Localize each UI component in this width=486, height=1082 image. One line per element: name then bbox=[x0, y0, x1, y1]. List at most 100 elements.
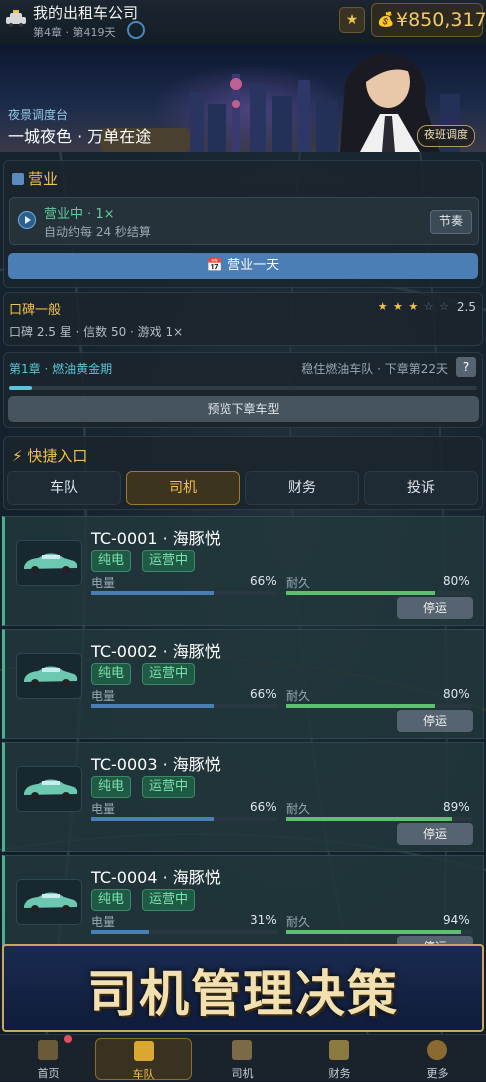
reputation-panel: 口碑一般 ★ ★ ★ ☆ ☆ 2.5 口碑 2.5 星 · 信数 50 · 游戏… bbox=[3, 292, 483, 346]
chapter-goal: 稳住燃油车队 · 下章第22天 bbox=[301, 362, 448, 376]
ev-taxi-icon bbox=[24, 779, 78, 800]
help-button[interactable]: ? bbox=[456, 357, 476, 377]
settlement-desc: 自动约每 24 秒结算 bbox=[44, 225, 151, 239]
nav-fleet[interactable]: 车队 bbox=[95, 1038, 192, 1081]
driver-plate: TC-0003 · 海豚悦 bbox=[91, 755, 221, 774]
battery-label: 电量 bbox=[91, 802, 116, 816]
nav-more[interactable]: 更多 bbox=[389, 1035, 486, 1081]
nav-drivers[interactable]: 司机 bbox=[194, 1035, 291, 1081]
quick-tab-complaints[interactable]: 投诉 bbox=[364, 471, 478, 505]
driver-card[interactable]: TC-0001 · 海豚悦 纯电 运营中 电量 66% 耐久 80% 停运 bbox=[2, 516, 484, 626]
reputation-desc: 口碑 2.5 星 · 信数 50 · 游戏 1× bbox=[9, 325, 184, 339]
durability-bar bbox=[286, 930, 472, 934]
chapter-progress-bar bbox=[9, 386, 477, 390]
home-icon bbox=[38, 1040, 58, 1060]
operate-one-day-button[interactable]: 📅 营业一天 bbox=[8, 253, 478, 279]
gear-icon bbox=[427, 1040, 447, 1060]
fuel-type-badge: 纯电 bbox=[91, 663, 132, 685]
durability-label: 耐久 bbox=[286, 915, 311, 929]
banner-subtitle: 夜景调度台 bbox=[8, 108, 69, 122]
business-header: 营业 bbox=[12, 168, 58, 189]
business-status-box: 营业中 · 1× 自动约每 24 秒结算 节奏 bbox=[9, 197, 479, 245]
reputation-score: 2.5 bbox=[456, 300, 476, 314]
nav-finance[interactable]: 财务 bbox=[291, 1035, 388, 1081]
business-panel: 营业 营业中 · 1× 自动约每 24 秒结算 节奏 📅 营业一天 bbox=[3, 160, 483, 288]
durability-value: 80% bbox=[443, 574, 470, 588]
battery-value: 31% bbox=[250, 913, 277, 927]
status-badge: 运营中 bbox=[142, 889, 196, 911]
driver-card[interactable]: TC-0003 · 海豚悦 纯电 运营中 电量 66% 耐久 89% 停运 bbox=[2, 742, 484, 852]
durability-bar bbox=[286, 817, 472, 821]
status-badge: 运营中 bbox=[142, 663, 196, 685]
notification-dot bbox=[64, 1035, 72, 1043]
money-display[interactable]: 💰 ¥850,317 bbox=[371, 3, 486, 37]
durability-fill bbox=[286, 704, 435, 708]
operate-one-day-label: 营业一天 bbox=[227, 258, 280, 273]
car-image bbox=[16, 766, 82, 812]
banner-title: 一城夜色 · 万单在途 bbox=[8, 127, 152, 146]
status-badge: 运营中 bbox=[142, 550, 196, 572]
nav-finance-label: 财务 bbox=[328, 1067, 351, 1080]
favorites-button[interactable]: ★ bbox=[339, 7, 365, 33]
chapter-panel: 第1章 · 燃油黄金期 稳住燃油车队 · 下章第22天 ? 预览下章车型 bbox=[3, 352, 483, 428]
battery-value: 66% bbox=[250, 687, 277, 701]
quick-entry-header: ⚡ 快捷入口 bbox=[12, 445, 87, 466]
nav-more-label: 更多 bbox=[426, 1067, 449, 1080]
nav-drivers-label: 司机 bbox=[231, 1067, 254, 1080]
driver-card[interactable]: TC-0002 · 海豚悦 纯电 运营中 电量 66% 耐久 80% 停运 bbox=[2, 629, 484, 739]
ev-taxi-icon bbox=[24, 666, 78, 687]
durability-bar bbox=[286, 704, 472, 708]
driver-plate: TC-0004 · 海豚悦 bbox=[91, 868, 221, 887]
chapter-title: 第1章 · 燃油黄金期 bbox=[9, 362, 113, 376]
bottom-nav: 首页 车队 司机 财务 更多 bbox=[0, 1034, 486, 1081]
battery-bar bbox=[91, 704, 277, 708]
driver-plate: TC-0001 · 海豚悦 bbox=[91, 529, 221, 548]
stop-service-button[interactable]: 停运 bbox=[397, 823, 473, 845]
battery-bar bbox=[91, 930, 277, 934]
play-icon[interactable] bbox=[18, 211, 36, 229]
preview-next-chapter-button[interactable]: 预览下章车型 bbox=[8, 396, 479, 422]
durability-label: 耐久 bbox=[286, 802, 311, 816]
chart-icon bbox=[12, 173, 24, 185]
promo-text: 司机管理决策 bbox=[87, 964, 399, 1023]
night-dispatch-banner: 夜景调度台 一城夜色 · 万单在途 夜班调度 bbox=[0, 44, 486, 152]
day-progress-icon bbox=[127, 21, 145, 39]
nav-home[interactable]: 首页 bbox=[0, 1035, 97, 1081]
driver-plate: TC-0002 · 海豚悦 bbox=[91, 642, 221, 661]
stars-empty: ☆ ☆ bbox=[419, 300, 450, 313]
taxi-logo-icon bbox=[6, 10, 26, 27]
reputation-title: 口碑一般 bbox=[9, 303, 62, 318]
stop-service-button[interactable]: 停运 bbox=[397, 597, 473, 619]
nav-home-label: 首页 bbox=[37, 1067, 60, 1080]
chapter-day: 第4章 · 第419天 bbox=[33, 26, 116, 39]
driver-icon bbox=[232, 1040, 252, 1060]
stop-service-button[interactable]: 停运 bbox=[397, 710, 473, 732]
durability-value: 94% bbox=[443, 913, 470, 927]
stars-filled: ★ ★ ★ bbox=[377, 300, 420, 313]
fuel-type-badge: 纯电 bbox=[91, 550, 132, 572]
quick-tab-drivers[interactable]: 司机 bbox=[126, 471, 240, 505]
durability-value: 80% bbox=[443, 687, 470, 701]
durability-bar bbox=[286, 591, 472, 595]
ev-taxi-icon bbox=[24, 553, 78, 574]
quick-tab-finance[interactable]: 财务 bbox=[245, 471, 359, 505]
lightning-icon: ⚡ bbox=[12, 447, 28, 465]
battery-fill bbox=[91, 817, 214, 821]
battery-fill bbox=[91, 704, 214, 708]
star-icon: ★ bbox=[345, 12, 359, 28]
rhythm-button[interactable]: 节奏 bbox=[429, 210, 472, 234]
battery-fill bbox=[91, 930, 149, 934]
car-image bbox=[16, 653, 82, 699]
night-dispatch-button[interactable]: 夜班调度 bbox=[417, 125, 475, 147]
calendar-icon: 📅 bbox=[206, 258, 228, 273]
battery-bar bbox=[91, 817, 277, 821]
quick-tab-fleet[interactable]: 车队 bbox=[7, 471, 121, 505]
money-bag-icon bbox=[329, 1040, 349, 1060]
battery-bar bbox=[91, 591, 277, 595]
battery-fill bbox=[91, 591, 214, 595]
durability-fill bbox=[286, 591, 435, 595]
car-image bbox=[16, 540, 82, 586]
rating-stars-icon: ★ ★ ★ ☆ ☆ bbox=[378, 300, 450, 313]
taxi-icon bbox=[134, 1041, 154, 1061]
durability-label: 耐久 bbox=[286, 689, 311, 703]
